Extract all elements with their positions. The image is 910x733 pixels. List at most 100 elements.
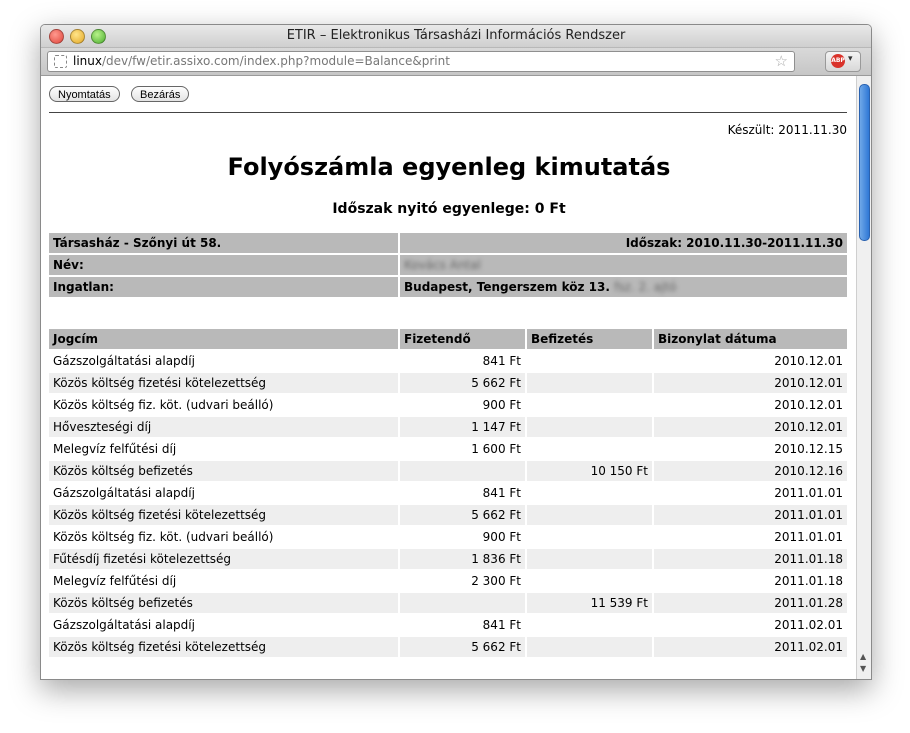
row-paid: 10 150 Ft — [527, 461, 652, 481]
row-paid — [527, 615, 652, 635]
row-date: 2011.01.01 — [654, 505, 847, 525]
row-due: 5 662 Ft — [400, 637, 525, 657]
row-title: Közös költség fiz. köt. (udvari beálló) — [53, 530, 274, 544]
property-address: Budapest, Tengerszem köz 13. — [404, 280, 610, 294]
header-date: Bizonylat dátuma — [654, 329, 847, 349]
table-row: Gázszolgáltatási alapdíj 841 Ft 2011.02.01 — [49, 615, 847, 635]
row-title: Közös költség fizetési kötelezettség — [49, 373, 398, 393]
row-due: 2 300 Ft — [471, 574, 521, 588]
info-row: Név: Kovács Antal — [49, 255, 847, 275]
opening-balance: Időszak nyitó egyenlege: 0 Ft — [332, 201, 566, 217]
row-paid — [527, 417, 652, 437]
divider — [49, 112, 847, 113]
property-label: Ingatlan: — [49, 277, 398, 297]
created-date: Készült: 2011.11.30 — [727, 123, 847, 137]
table-row: Gázszolgáltatási alapdíj 841 Ft 2011.01.01 — [49, 483, 847, 503]
adblock-button[interactable]: ABP ▾ — [825, 51, 861, 72]
url-path: /dev/fw/etir.assixo.com/index.php?module… — [101, 54, 450, 68]
table-row: Gázszolgáltatási alapdíj 841 Ft 2010.12.01 — [49, 351, 847, 371]
adblock-icon: ABP — [831, 54, 845, 68]
row-title: Gázszolgáltatási alapdíj — [53, 354, 195, 368]
bookmark-star-icon[interactable]: ☆ — [775, 52, 788, 71]
row-paid — [527, 549, 652, 569]
row-title: Közös költség fiz. köt. (udvari beálló) — [53, 398, 274, 412]
row-paid — [527, 483, 652, 503]
table-row: Fűtésdíj fizetési kötelezettség 1 836 Ft 2… — [49, 549, 847, 569]
row-title: Gázszolgáltatási alapdíj — [53, 618, 195, 632]
name-value: Kovács Antal — [400, 255, 847, 275]
row-date: 2011.02.01 — [654, 637, 847, 657]
table-row: Melegvíz felfűtési díj 1 600 Ft 2010.12.15 — [49, 439, 847, 459]
scroll-up-icon[interactable]: ▲ — [860, 652, 866, 661]
row-title: Közös költség fizetési kötelezettség — [49, 637, 398, 657]
table-row: Közös költség fiz. köt. (udvari beálló) 9… — [49, 395, 847, 415]
browser-window: ETIR – Elektronikus Társasházi Informáci… — [40, 24, 872, 680]
url-text: linux/dev/fw/etir.assixo.com/index.php?m… — [73, 52, 450, 71]
row-paid — [527, 351, 652, 371]
row-due: 900 Ft — [482, 530, 521, 544]
toolbar: linux/dev/fw/etir.assixo.com/index.php?m… — [41, 48, 871, 76]
chevron-down-icon: ▾ — [848, 54, 853, 64]
page-icon — [54, 55, 67, 68]
table-row: Közös költség befizetés 10 150 Ft 2010.12.… — [49, 461, 847, 481]
ledger-header: Jogcím Fizetendő Befizetés Bizonylat dát… — [49, 329, 847, 349]
row-title: Közös költség fizetési kötelezettség — [49, 505, 398, 525]
info-table: Társasház - Szőnyi út 58. Időszak: 2010.… — [47, 231, 849, 299]
scroll-down-icon[interactable]: ▼ — [860, 664, 866, 673]
table-row: Közös költség fizetési kötelezettség 5 66… — [49, 373, 847, 393]
row-paid — [527, 395, 652, 415]
row-paid — [527, 527, 652, 547]
row-due: 900 Ft — [482, 398, 521, 412]
vertical-scrollbar[interactable]: ▲ ▼ — [856, 76, 871, 679]
row-date: 2010.12.01 — [654, 417, 847, 437]
page-title: Folyószámla egyenleg kimutatás — [227, 153, 671, 181]
row-due: 841 Ft — [482, 618, 521, 632]
row-due: 5 662 Ft — [400, 505, 525, 525]
row-date: 2011.01.18 — [774, 574, 843, 588]
info-row: Társasház - Szőnyi út 58. Időszak: 2010.… — [49, 233, 847, 253]
row-paid — [527, 637, 652, 657]
row-paid — [527, 505, 652, 525]
name-label: Név: — [49, 255, 398, 275]
info-row: Ingatlan: Budapest, Tengerszem köz 13. f… — [49, 277, 847, 297]
row-title: Melegvíz felfűtési díj — [53, 574, 177, 588]
url-host: linux — [73, 54, 102, 68]
page-content: Nyomtatás Bezárás Készült: 2011.11.30 Fo… — [41, 76, 857, 679]
name-value-blurred: Kovács Antal — [404, 258, 481, 272]
row-due: 841 Ft — [482, 486, 521, 500]
header-due: Fizetendő — [400, 329, 525, 349]
row-date: 2011.01.01 — [774, 530, 843, 544]
row-date: 2010.12.01 — [654, 373, 847, 393]
address-bar[interactable]: linux/dev/fw/etir.assixo.com/index.php?m… — [47, 51, 795, 72]
row-due: 5 662 Ft — [400, 373, 525, 393]
row-due: 1 836 Ft — [400, 549, 525, 569]
row-due — [400, 593, 525, 613]
period: Időszak: 2010.11.30-2011.11.30 — [400, 233, 847, 253]
row-due — [400, 461, 525, 481]
table-row: Közös költség fizetési kötelezettség 5 66… — [49, 637, 847, 657]
scroll-thumb[interactable] — [859, 84, 870, 241]
row-date: 2010.12.01 — [774, 354, 843, 368]
property-hidden: fsz. 2. ajtó — [614, 280, 677, 294]
ledger-table: Jogcím Fizetendő Befizetés Bizonylat dát… — [47, 327, 849, 659]
row-title: Melegvíz felfűtési díj — [53, 442, 177, 456]
table-row: Hőveszteségi díj 1 147 Ft 2010.12.01 — [49, 417, 847, 437]
close-button[interactable]: Bezárás — [131, 86, 190, 102]
table-row: Melegvíz felfűtési díj 2 300 Ft 2011.01.18 — [49, 571, 847, 591]
row-paid: 11 539 Ft — [527, 593, 652, 613]
row-date: 2011.01.01 — [774, 486, 843, 500]
row-date: 2010.12.16 — [654, 461, 847, 481]
header-title: Jogcím — [49, 329, 398, 349]
row-due: 841 Ft — [482, 354, 521, 368]
table-row: Közös költség fiz. köt. (udvari beálló) 9… — [49, 527, 847, 547]
print-button[interactable]: Nyomtatás — [49, 86, 120, 102]
row-date: 2011.01.18 — [654, 549, 847, 569]
row-date: 2011.02.01 — [774, 618, 843, 632]
row-due: 1 600 Ft — [471, 442, 521, 456]
window-title: ETIR – Elektronikus Társasházi Informáci… — [286, 28, 626, 43]
title-bar: ETIR – Elektronikus Társasházi Informáci… — [41, 25, 871, 48]
row-title: Gázszolgáltatási alapdíj — [53, 486, 195, 500]
row-paid — [527, 439, 652, 459]
table-row: Közös költség fizetési kötelezettség 5 66… — [49, 505, 847, 525]
row-title: Közös költség befizetés — [49, 461, 398, 481]
